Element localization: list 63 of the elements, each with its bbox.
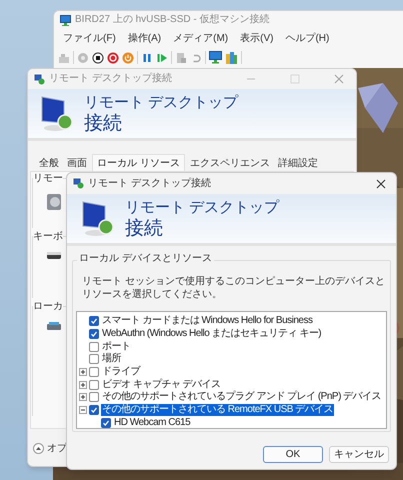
power-icon[interactable]	[122, 52, 134, 64]
stop-icon[interactable]	[92, 52, 104, 64]
banner-subtitle: 接続	[84, 114, 123, 132]
resume-icon[interactable]	[156, 52, 168, 64]
checkbox[interactable]	[101, 418, 111, 428]
tree-item[interactable]: 場所	[101, 353, 122, 366]
start-icon[interactable]	[77, 52, 89, 64]
checkbox[interactable]	[89, 392, 99, 402]
window-title: BIRD27 上の hvUSB-SSD - 仮想マシン接続	[75, 15, 270, 25]
ok-button[interactable]: OK	[263, 446, 323, 463]
shutdown-icon[interactable]	[107, 52, 119, 64]
computer-icon	[40, 94, 74, 132]
window-title: リモート デスクトップ接続	[88, 178, 212, 188]
checkbox[interactable]	[89, 316, 99, 326]
group-title: リモー	[33, 174, 63, 184]
tree-item[interactable]: WebAuthn (Windows Hello またはセキュリティ キー)	[101, 328, 322, 340]
app-icon	[73, 178, 84, 189]
checkbox[interactable]	[89, 380, 99, 390]
checkbox[interactable]	[89, 342, 99, 352]
options-toggle[interactable]: オプ	[47, 441, 67, 456]
tree-item[interactable]: ドライブ	[101, 366, 141, 378]
chevron-up-icon[interactable]	[33, 443, 44, 454]
menu-item[interactable]: 表示(V)	[235, 31, 278, 46]
expand-icon[interactable]	[79, 368, 87, 376]
checkbox[interactable]	[89, 354, 99, 364]
menu-item[interactable]: ファイル(F)	[58, 31, 121, 46]
window-title: リモート デスクトップ接続	[49, 74, 173, 84]
monitor-icon	[60, 14, 71, 26]
menu-item[interactable]: ヘルプ(H)	[280, 31, 334, 46]
menu-item[interactable]: 操作(A)	[122, 31, 166, 46]
checkbox[interactable]	[89, 405, 99, 416]
banner-title: リモート デスクトップ	[125, 200, 280, 214]
group-title: ローカル デバイスとリソース	[77, 254, 214, 264]
tab[interactable]: エクスペリエンス	[186, 156, 273, 171]
tab[interactable]: 詳細設定	[274, 156, 321, 171]
tree-item[interactable]: その他のサポートされているプラグ アンド プレイ (PnP) デバイス	[101, 391, 382, 404]
speaker-icon	[47, 194, 61, 210]
computer-icon	[81, 200, 115, 238]
printer-icon	[47, 322, 61, 332]
tree-item[interactable]: スマート カードまたは Windows Hello for Business	[101, 315, 314, 328]
tree-item[interactable]: ポート	[101, 340, 132, 353]
tree-item[interactable]: その他のサポートされている RemoteFX USB デバイス	[101, 404, 334, 416]
expand-icon[interactable]	[79, 380, 87, 389]
monitor-icon[interactable]	[209, 51, 222, 64]
tree-item[interactable]: ビデオ キャプチャ デバイス	[101, 378, 222, 391]
banner-title: リモート デスクトップ	[84, 94, 238, 110]
pause-icon[interactable]	[141, 52, 153, 64]
group-title: ローカ	[33, 302, 63, 312]
menu-item[interactable]: メディア(M)	[168, 31, 234, 46]
checkbox[interactable]	[89, 329, 99, 340]
collapse-icon[interactable]	[79, 406, 87, 414]
expand-icon[interactable]	[79, 393, 87, 402]
tab[interactable]: 画面	[64, 156, 90, 171]
close-icon[interactable]	[376, 178, 386, 188]
cancel-button[interactable]: キャンセル	[329, 446, 389, 463]
tab[interactable]: 全般	[36, 156, 62, 171]
tab[interactable]: ローカル リソース	[92, 154, 185, 171]
group-title: キーボ	[33, 232, 63, 242]
description: リモート セッションで使用するこのコンピューター上のデバイスとリソースを選択してください。	[81, 275, 386, 301]
banner-subtitle: 接続	[125, 218, 164, 238]
app-icon	[34, 74, 45, 84]
checkbox[interactable]	[89, 367, 99, 378]
tree-item[interactable]: HD Webcam C615	[113, 416, 192, 428]
